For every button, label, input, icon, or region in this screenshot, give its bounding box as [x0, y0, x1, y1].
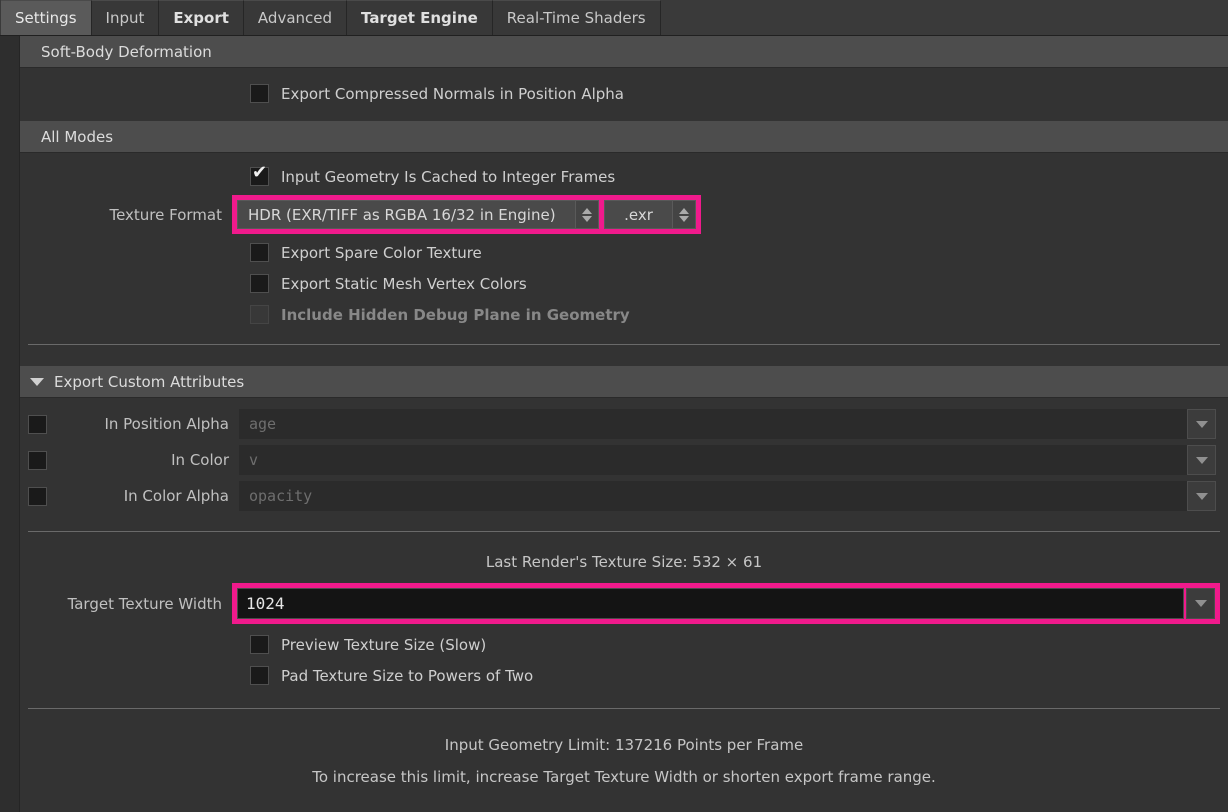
checkbox-export-static-mesh-vertex-colors[interactable] [250, 274, 269, 293]
label-in-color: In Color [171, 451, 229, 469]
arrow-down-icon [582, 215, 592, 222]
dropdown-texture-format-value: HDR (EXR/TIFF as RGBA 16/32 in Engine) [248, 205, 556, 224]
tab-input-label: Input [105, 9, 145, 27]
tab-input[interactable]: Input [91, 0, 160, 35]
tab-target-engine-label: Target Engine [361, 9, 478, 27]
checkbox-pad-texture-size[interactable] [250, 666, 269, 685]
field-in-color-alpha[interactable]: opacity [239, 481, 1216, 511]
field-in-color[interactable]: v [239, 445, 1216, 475]
dropdown-button-in-position-alpha[interactable] [1187, 409, 1216, 439]
section-header-all-modes: All Modes [20, 121, 1228, 153]
label-input-geometry-cached: Input Geometry Is Cached to Integer Fram… [281, 167, 616, 186]
tab-export-label: Export [173, 9, 229, 27]
tab-bar: Settings Input Export Advanced Target En… [0, 0, 1228, 36]
section-title-soft-body: Soft-Body Deformation [41, 42, 212, 61]
tab-advanced-label: Advanced [257, 9, 333, 27]
arrow-up-icon [582, 207, 592, 214]
section-title-export-custom-attributes: Export Custom Attributes [54, 372, 245, 391]
row-in-position-alpha: In Position Alpha age [20, 406, 1228, 442]
tab-real-time-shaders-label: Real-Time Shaders [506, 9, 646, 27]
last-render-texture-size: Last Render's Texture Size: 532 × 61 [485, 553, 763, 571]
dropdown-button-in-color[interactable] [1187, 445, 1216, 475]
section-header-export-custom-attributes[interactable]: Export Custom Attributes [20, 366, 1228, 398]
row-in-color-alpha: In Color Alpha opacity [20, 478, 1228, 514]
panel-content: Soft-Body Deformation Export Compressed … [20, 36, 1228, 812]
tab-settings-label: Settings [15, 9, 77, 27]
field-in-position-alpha[interactable]: age [239, 409, 1216, 439]
row-preview-texture-size[interactable]: Preview Texture Size (Slow) [20, 629, 1228, 660]
input-target-texture-width[interactable]: 1024 [237, 588, 1184, 619]
settings-panel: Soft-Body Deformation Export Compressed … [0, 36, 1228, 812]
input-in-color[interactable]: v [239, 445, 1187, 475]
chevron-down-icon [1195, 492, 1208, 500]
checkbox-export-spare-color[interactable] [250, 243, 269, 262]
texture-format-highlight: HDR (EXR/TIFF as RGBA 16/32 in Engine) .… [232, 195, 701, 234]
dropdown-file-extension-value: .exr [624, 205, 653, 224]
label-target-texture-width: Target Texture Width [67, 594, 222, 613]
chevron-down-icon [1194, 600, 1207, 607]
input-in-position-alpha[interactable]: age [239, 409, 1187, 439]
chevron-down-icon [30, 377, 44, 386]
dropdown-button-in-color-alpha[interactable] [1187, 481, 1216, 511]
label-export-compressed-normals: Export Compressed Normals in Position Al… [281, 84, 624, 103]
row-export-spare-color[interactable]: Export Spare Color Texture [20, 237, 1228, 268]
section-title-all-modes: All Modes [41, 127, 114, 146]
arrow-down-icon [679, 215, 689, 222]
tab-bar-filler [660, 0, 1228, 35]
arrow-up-icon [679, 207, 689, 214]
tab-advanced[interactable]: Advanced [243, 0, 348, 35]
label-export-static-mesh-vertex-colors: Export Static Mesh Vertex Colors [281, 274, 527, 293]
row-target-texture-width: Target Texture Width 1024 [20, 583, 1228, 624]
section-header-soft-body: Soft-Body Deformation [20, 36, 1228, 68]
footer-hint: To increase this limit, increase Target … [312, 768, 936, 786]
row-export-static-mesh-vertex-colors[interactable]: Export Static Mesh Vertex Colors [20, 268, 1228, 299]
label-in-position-alpha: In Position Alpha [104, 415, 229, 433]
checkbox-preview-texture-size[interactable] [250, 635, 269, 654]
label-preview-texture-size: Preview Texture Size (Slow) [281, 635, 487, 654]
row-pad-texture-size[interactable]: Pad Texture Size to Powers of Two [20, 660, 1228, 691]
target-texture-width-highlight: 1024 [232, 583, 1220, 624]
dropdown-texture-format[interactable]: HDR (EXR/TIFF as RGBA 16/32 in Engine) [237, 200, 599, 229]
left-rail [0, 36, 20, 812]
stepper-file-extension[interactable] [672, 201, 695, 228]
row-export-compressed-normals[interactable]: Export Compressed Normals in Position Al… [20, 78, 1228, 109]
label-export-spare-color: Export Spare Color Texture [281, 243, 482, 262]
row-input-geometry-cached[interactable]: ✔ Input Geometry Is Cached to Integer Fr… [20, 161, 1228, 192]
checkbox-in-position-alpha[interactable] [28, 414, 47, 434]
checkbox-input-geometry-cached[interactable]: ✔ [250, 163, 269, 186]
tab-target-engine[interactable]: Target Engine [347, 0, 493, 35]
chevron-down-icon [1195, 456, 1208, 464]
label-include-hidden-debug-plane: Include Hidden Debug Plane in Geometry [281, 305, 630, 324]
checkbox-in-color-alpha[interactable] [28, 486, 47, 506]
input-in-color-alpha[interactable]: opacity [239, 481, 1187, 511]
field-target-texture-width[interactable]: 1024 [237, 588, 1215, 619]
row-include-hidden-debug-plane: Include Hidden Debug Plane in Geometry [20, 299, 1228, 330]
row-texture-format: Texture Format HDR (EXR/TIFF as RGBA 16/… [20, 192, 1228, 234]
label-texture-format: Texture Format [109, 205, 222, 224]
tab-export[interactable]: Export [159, 0, 244, 35]
tab-real-time-shaders[interactable]: Real-Time Shaders [492, 0, 661, 35]
row-in-color: In Color v [20, 442, 1228, 478]
checkbox-export-compressed-normals[interactable] [250, 84, 269, 103]
chevron-down-icon [1195, 420, 1208, 428]
label-pad-texture-size: Pad Texture Size to Powers of Two [281, 666, 534, 685]
checkbox-include-hidden-debug-plane [250, 305, 269, 324]
dropdown-file-extension[interactable]: .exr [604, 200, 696, 229]
stepper-texture-format[interactable] [575, 201, 598, 228]
tab-settings[interactable]: Settings [1, 0, 92, 35]
checkbox-in-color[interactable] [28, 450, 47, 470]
dropdown-button-target-texture-width[interactable] [1186, 588, 1215, 619]
label-in-color-alpha: In Color Alpha [123, 487, 229, 505]
checkmark-icon: ✔ [252, 162, 268, 183]
footer-geometry-limit: Input Geometry Limit: 137216 Points per … [444, 736, 804, 754]
